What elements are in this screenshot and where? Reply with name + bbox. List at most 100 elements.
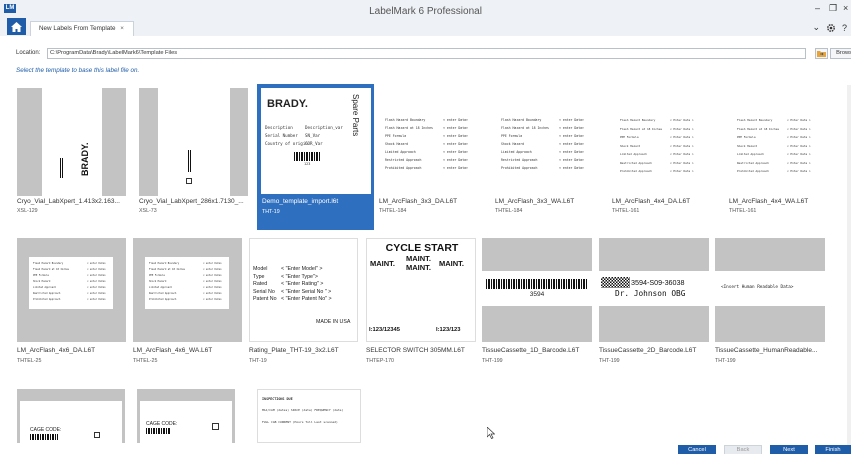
arc-flash-line-label: Flash Hazard Boundary <box>620 118 656 122</box>
rating-row-value: < "Enter Serial No " > <box>281 288 332 295</box>
arc-flash-line-value: < Enter Data > <box>670 118 694 122</box>
arc-flash-line-label: Restricted Approach <box>501 158 538 162</box>
minimize-button[interactable]: – <box>815 3 820 13</box>
arc-flash-line-label: Flash Hazard at 18 Inches <box>501 126 549 130</box>
template-tile[interactable]: Flash Hazard Boundary < enter Data> Flash … <box>17 238 134 373</box>
location-label: Location: <box>16 50 41 56</box>
tab-close-icon[interactable]: × <box>120 25 124 32</box>
arc-flash-line-value: < Enter Data > <box>787 152 811 156</box>
template-thumbnail: Flash Hazard Boundary < enter Data> Flash … <box>495 88 604 196</box>
arc-flash-line-value: < enter Data> <box>203 262 222 265</box>
template-thumbnail: <Insert Human Readable Data> <box>715 238 825 342</box>
template-name: Cryo_Vial_LabXpert_1.413x2.163... <box>17 198 120 205</box>
gear-icon[interactable] <box>826 23 836 33</box>
brady-logo: BRADY. <box>267 98 308 110</box>
serial-var: SN_Var <box>305 133 321 138</box>
restore-button[interactable]: ❐ <box>829 3 837 14</box>
selector-right: MAINT. <box>439 259 464 268</box>
cassette-name: Dr. Johnson OBG <box>615 289 686 298</box>
arc-flash-line-label: Restricted Approach <box>385 158 422 162</box>
template-part-number: THT-199 <box>482 358 503 364</box>
template-tile[interactable]: INSPECTIONS DUE MAJ/CAM (dates) SPACE (d… <box>257 389 374 444</box>
arc-flash-line-label: Prohibited Approach <box>33 298 61 301</box>
template-tile[interactable]: 3594 TissueCassette_1D_Barcode.L6T THT-1… <box>482 238 599 373</box>
template-name: Demo_template_import.l6t <box>262 198 339 205</box>
arc-flash-line-value: < Enter Data > <box>670 152 694 156</box>
template-tile-selected[interactable]: BRADY. Spare Parts Description Descripti… <box>257 84 374 230</box>
arc-flash-line-label: Limited Approach <box>620 152 647 156</box>
template-thumbnail: BRADY. <box>17 88 126 196</box>
arc-flash-line-value: < Enter Data > <box>787 118 811 122</box>
template-thumbnail: CAGE CODE: <box>17 389 125 443</box>
template-thumbnail: Model < "Enter Model" > Type < "Enter Type"… <box>249 238 358 342</box>
help-icon[interactable]: ? <box>842 23 847 33</box>
arc-flash-line-value: < enter Data> <box>559 126 584 130</box>
chevron-down-icon[interactable]: ⌄ <box>812 22 820 33</box>
barcode-text: 3594 <box>529 291 545 298</box>
barcode <box>294 152 320 161</box>
template-thumbnail: 3594 <box>482 238 592 342</box>
arc-flash-line-value: < enter Data> <box>203 274 222 277</box>
template-tile[interactable]: CYCLE START MAINT. MAINT. MAINT. MAINT. … <box>366 238 483 373</box>
arc-flash-line-label: Flash Hazard at 18 Inches <box>737 126 780 131</box>
arc-flash-line-value: < enter Data> <box>203 292 222 295</box>
arc-flash-line-label: Shock Hazard <box>501 142 525 146</box>
arc-flash-line-value: < enter Data> <box>443 134 468 138</box>
template-tile[interactable]: BRADY. Cryo_Vial_LabXpert_1.413x2.163...… <box>17 87 134 222</box>
template-tile[interactable]: Flash Hazard Boundary < Enter Data > Flash… <box>729 87 846 222</box>
finish-button[interactable]: Finish <box>815 445 851 454</box>
cancel-button[interactable]: Cancel <box>678 445 716 454</box>
arc-flash-line-label: PPE Formula <box>620 135 639 139</box>
barcode <box>486 279 587 289</box>
template-tile[interactable]: Model < "Enter Model" > Type < "Enter Type"… <box>249 238 366 373</box>
arc-flash-line-value: < enter Data> <box>443 142 468 146</box>
arc-flash-line-value: < enter Data> <box>559 166 584 170</box>
arc-flash-line-label: Flash Hazard Boundary <box>737 118 773 122</box>
template-name: Rating_Plate_THT-19_3x2.L6T <box>249 347 339 354</box>
vertical-scrollbar[interactable] <box>847 85 851 445</box>
arc-flash-line-value: < enter Data> <box>87 280 106 283</box>
arc-flash-line-value: < enter Data> <box>203 298 222 301</box>
template-tile[interactable]: 3594-S09-36038 Dr. Johnson OBG TissueCas… <box>599 238 716 373</box>
template-thumbnail: BRADY. Spare Parts Description Descripti… <box>261 88 371 194</box>
template-thumbnail: Flash Hazard Boundary < Enter Data > Flash… <box>612 88 721 196</box>
instruction-text: Select the template to base this label f… <box>16 67 140 74</box>
arc-flash-line-value: < Enter Data > <box>787 126 811 131</box>
rating-footer: MADE IN USA <box>316 319 351 325</box>
template-tile[interactable]: Flash Hazard Boundary < enter Data> Flash … <box>379 87 496 222</box>
template-tile[interactable]: CAGE CODE: <box>137 389 254 444</box>
location-path-field[interactable]: C:\ProgramData\Brady\LabelMark6\Template… <box>47 48 806 59</box>
close-window-button[interactable]: × <box>843 3 848 13</box>
arc-flash-line-label: Limited Approach <box>501 150 532 154</box>
inspection-line: MAJ/CAM (dates) SPACE (date) FREQUENCY (… <box>262 408 344 412</box>
arc-flash-line-value: < enter Data> <box>443 158 468 162</box>
template-tile[interactable]: Flash Hazard Boundary < enter Data> Flash … <box>133 238 250 373</box>
selector-bottom-right: I:123/123 <box>436 327 461 333</box>
arc-flash-line-value: < enter Data> <box>559 118 584 122</box>
arc-flash-line-label: Flash Hazard at 18 Inches <box>149 268 185 271</box>
selector-main-top: MAINT. <box>406 254 431 263</box>
window-title: LabelMark 6 Professional <box>369 6 482 17</box>
back-button[interactable]: Back <box>724 445 762 454</box>
template-thumbnail: 3594-S09-36038 Dr. Johnson OBG <box>599 238 709 342</box>
folder-icon-button[interactable] <box>815 48 828 59</box>
cage-code-label: CAGE CODE: <box>146 421 178 427</box>
template-tile[interactable]: Flash Hazard Boundary < enter Data> Flash … <box>495 87 612 222</box>
location-row: Location: C:\ProgramData\Brady\LabelMark… <box>16 47 851 61</box>
template-part-number: THTEL-161 <box>612 208 640 214</box>
template-tile[interactable]: CAGE CODE: <box>17 389 134 444</box>
arc-flash-line-label: Prohibited Approach <box>620 169 652 173</box>
arc-flash-line-label: Flash Hazard at 18 Inches <box>385 126 433 130</box>
template-tile[interactable]: Cryo_Vial_LabXpert_286x1.7130_... XSL-73 <box>139 87 256 222</box>
template-tile[interactable]: Flash Hazard Boundary < Enter Data > Flash… <box>612 87 729 222</box>
browse-button[interactable]: Browse... <box>830 48 851 59</box>
home-button[interactable] <box>7 18 26 35</box>
next-button[interactable]: Next <box>770 445 808 454</box>
title-bar: LM LabelMark 6 Professional – ❐ × New La… <box>0 0 851 36</box>
arc-flash-line-value: < enter Data> <box>203 286 222 289</box>
tab-new-labels-from-template[interactable]: New Labels From Template × <box>30 21 134 36</box>
template-part-number: THT-199 <box>715 358 736 364</box>
arc-flash-line-label: Limited Approach <box>385 150 416 154</box>
template-tile[interactable]: <Insert Human Readable Data> TissueCasse… <box>715 238 832 373</box>
arc-flash-line-value: < enter Data> <box>443 166 468 170</box>
